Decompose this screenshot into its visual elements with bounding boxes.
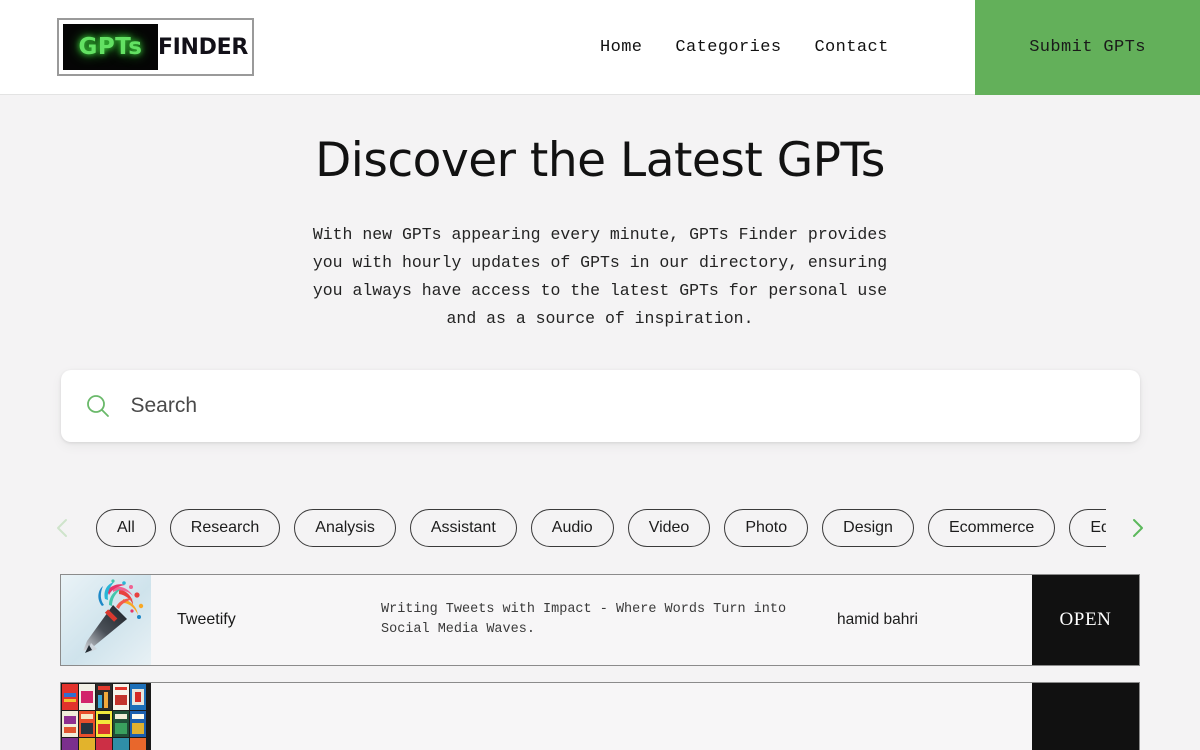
search-input[interactable] [130, 369, 1140, 442]
search-icon [85, 393, 111, 419]
chevron-right-icon[interactable] [1122, 513, 1152, 543]
category-pill-list: All Research Analysis Assistant Audio Vi… [96, 508, 1106, 547]
category-pill-ecommerce[interactable]: Ecommerce [927, 508, 1056, 547]
gpt-name [151, 683, 381, 750]
page-title: Discover the Latest GPTs [315, 133, 885, 188]
site-header: GPTs FINDER Home Categories Contact Subm… [0, 0, 1200, 95]
nav-item-categories[interactable]: Categories [675, 38, 781, 57]
category-pill-analysis[interactable]: Analysis [294, 508, 396, 547]
logo-mark: GPTs [63, 24, 158, 70]
submit-gpts-button[interactable]: Submit GPTs [975, 0, 1200, 95]
hero-section: Discover the Latest GPTs With new GPTs a… [0, 95, 1200, 333]
fountain-pen-color-splash-thumbnail [61, 574, 151, 665]
site-logo[interactable]: GPTs FINDER [57, 18, 254, 76]
chevron-left-icon[interactable] [48, 513, 78, 543]
category-filter-bar: All Research Analysis Assistant Audio Vi… [0, 508, 1200, 547]
gpt-results-list: Tweetify Writing Tweets with Impact - Wh… [0, 573, 1200, 750]
gpt-author [837, 683, 1032, 750]
hero-description: With new GPTs appearing every minute, GP… [312, 224, 888, 328]
logo-word: FINDER [158, 35, 248, 60]
category-pill-education[interactable]: Education [1069, 508, 1106, 547]
category-pill-assistant[interactable]: Assistant [409, 508, 517, 547]
gpt-author: hamid bahri [837, 610, 918, 628]
poster-collage-thumbnail [61, 682, 151, 750]
open-button[interactable]: OPEN [1032, 574, 1139, 665]
main-navigation: Home Categories Contact [600, 0, 889, 95]
category-pill-design[interactable]: Design [822, 508, 914, 547]
table-row[interactable]: Tweetify Writing Tweets with Impact - Wh… [60, 573, 1140, 666]
nav-item-home[interactable]: Home [600, 38, 642, 57]
nav-item-contact[interactable]: Contact [814, 38, 888, 57]
gpt-description [381, 683, 837, 750]
search-bar[interactable] [60, 369, 1140, 442]
category-pill-research[interactable]: Research [169, 508, 281, 547]
logo-word-text: FINDER [157, 34, 248, 60]
open-button[interactable] [1032, 682, 1139, 750]
category-pill-photo[interactable]: Photo [724, 508, 809, 547]
logo-mark-text: GPTs [78, 34, 143, 60]
table-row[interactable] [60, 681, 1140, 750]
gpt-description: Writing Tweets with Impact - Where Words… [381, 601, 787, 637]
category-pill-audio[interactable]: Audio [530, 508, 614, 547]
category-pill-all[interactable]: All [96, 508, 156, 547]
category-pill-video[interactable]: Video [627, 508, 711, 547]
gpt-name: Tweetify [177, 610, 236, 628]
